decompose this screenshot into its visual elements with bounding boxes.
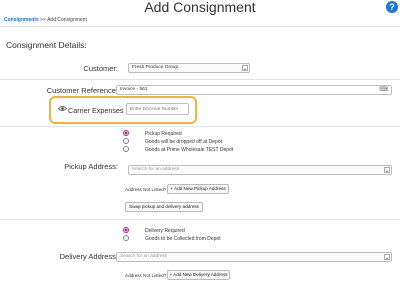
- pickup-option-label: Goods at Prime Wholesale TEST Depot: [145, 147, 234, 153]
- divider: [0, 219, 400, 220]
- divider: [0, 79, 400, 80]
- radio-dropped-off-depot[interactable]: [123, 138, 129, 144]
- customer-select[interactable]: Fresh Produce Group ▴: [128, 63, 250, 73]
- breadcrumb-separator: >>: [40, 17, 46, 23]
- radio-delivery-required[interactable]: [123, 227, 129, 233]
- breadcrumb: Consignments >> Add Consignment: [4, 17, 87, 23]
- divider: [0, 126, 400, 127]
- radio-goods-at-depot[interactable]: [123, 146, 129, 152]
- delivery-address-label: Delivery Address:: [59, 252, 118, 261]
- pickup-address-label: Pickup Address:: [64, 162, 118, 171]
- keyboard-icon: ⌨: [379, 87, 388, 93]
- breadcrumb-current: Add Consignment: [47, 17, 87, 23]
- customer-label: Customer:: [83, 64, 118, 73]
- customer-value: Fresh Produce Group: [132, 65, 179, 70]
- eye-icon: [58, 106, 67, 111]
- pickup-option-label: Goods will be dropped off at Depot: [145, 139, 222, 145]
- divider: [0, 26, 400, 27]
- swap-addresses-button[interactable]: Swap pickup and delivery address: [125, 202, 203, 212]
- delivery-option-label: Goods to be Collected from Depot: [145, 236, 221, 242]
- chevron-down-icon: ▴: [242, 65, 248, 71]
- delivery-address-placeholder: Search for an address: [120, 254, 168, 259]
- help-icon[interactable]: ?: [386, 1, 398, 13]
- delivery-option-label: Delivery Required: [145, 228, 185, 234]
- section-title: Consignment Details:: [6, 40, 87, 50]
- customer-reference-value: Invoice - 561: [120, 87, 148, 92]
- carrier-expenses-label: Carrier Expenses: [68, 106, 124, 115]
- pickup-option-label: Pickup Required: [145, 131, 182, 137]
- pickup-not-listed-label: Address Not Listed?: [125, 187, 167, 192]
- chevron-down-icon: ▴: [384, 254, 390, 260]
- customer-reference-input[interactable]: Invoice - 561 ⌨: [116, 85, 392, 95]
- chevron-down-icon: ▴: [384, 167, 390, 173]
- delivery-not-listed-label: Address Not Listed?: [125, 273, 167, 278]
- add-pickup-address-button[interactable]: + Add New Pickup Address: [167, 184, 229, 194]
- add-delivery-address-button[interactable]: + Add New Delivery Address: [167, 270, 230, 280]
- customer-reference-label: Customer Reference:: [46, 86, 118, 95]
- pickup-address-placeholder: Search for an address: [132, 167, 180, 172]
- delivery-address-search[interactable]: Search for an address ▴: [116, 252, 392, 262]
- radio-collected-from-depot[interactable]: [123, 235, 129, 241]
- breadcrumb-consignments-link[interactable]: Consignments: [4, 17, 39, 23]
- page-title: Add Consignment: [144, 0, 256, 15]
- pickup-address-search[interactable]: Search for an address ▴: [128, 165, 392, 175]
- header-bar: Add Consignment ?: [0, 0, 400, 16]
- radio-pickup-required[interactable]: [123, 130, 129, 136]
- carrier-expenses-input[interactable]: [126, 103, 189, 115]
